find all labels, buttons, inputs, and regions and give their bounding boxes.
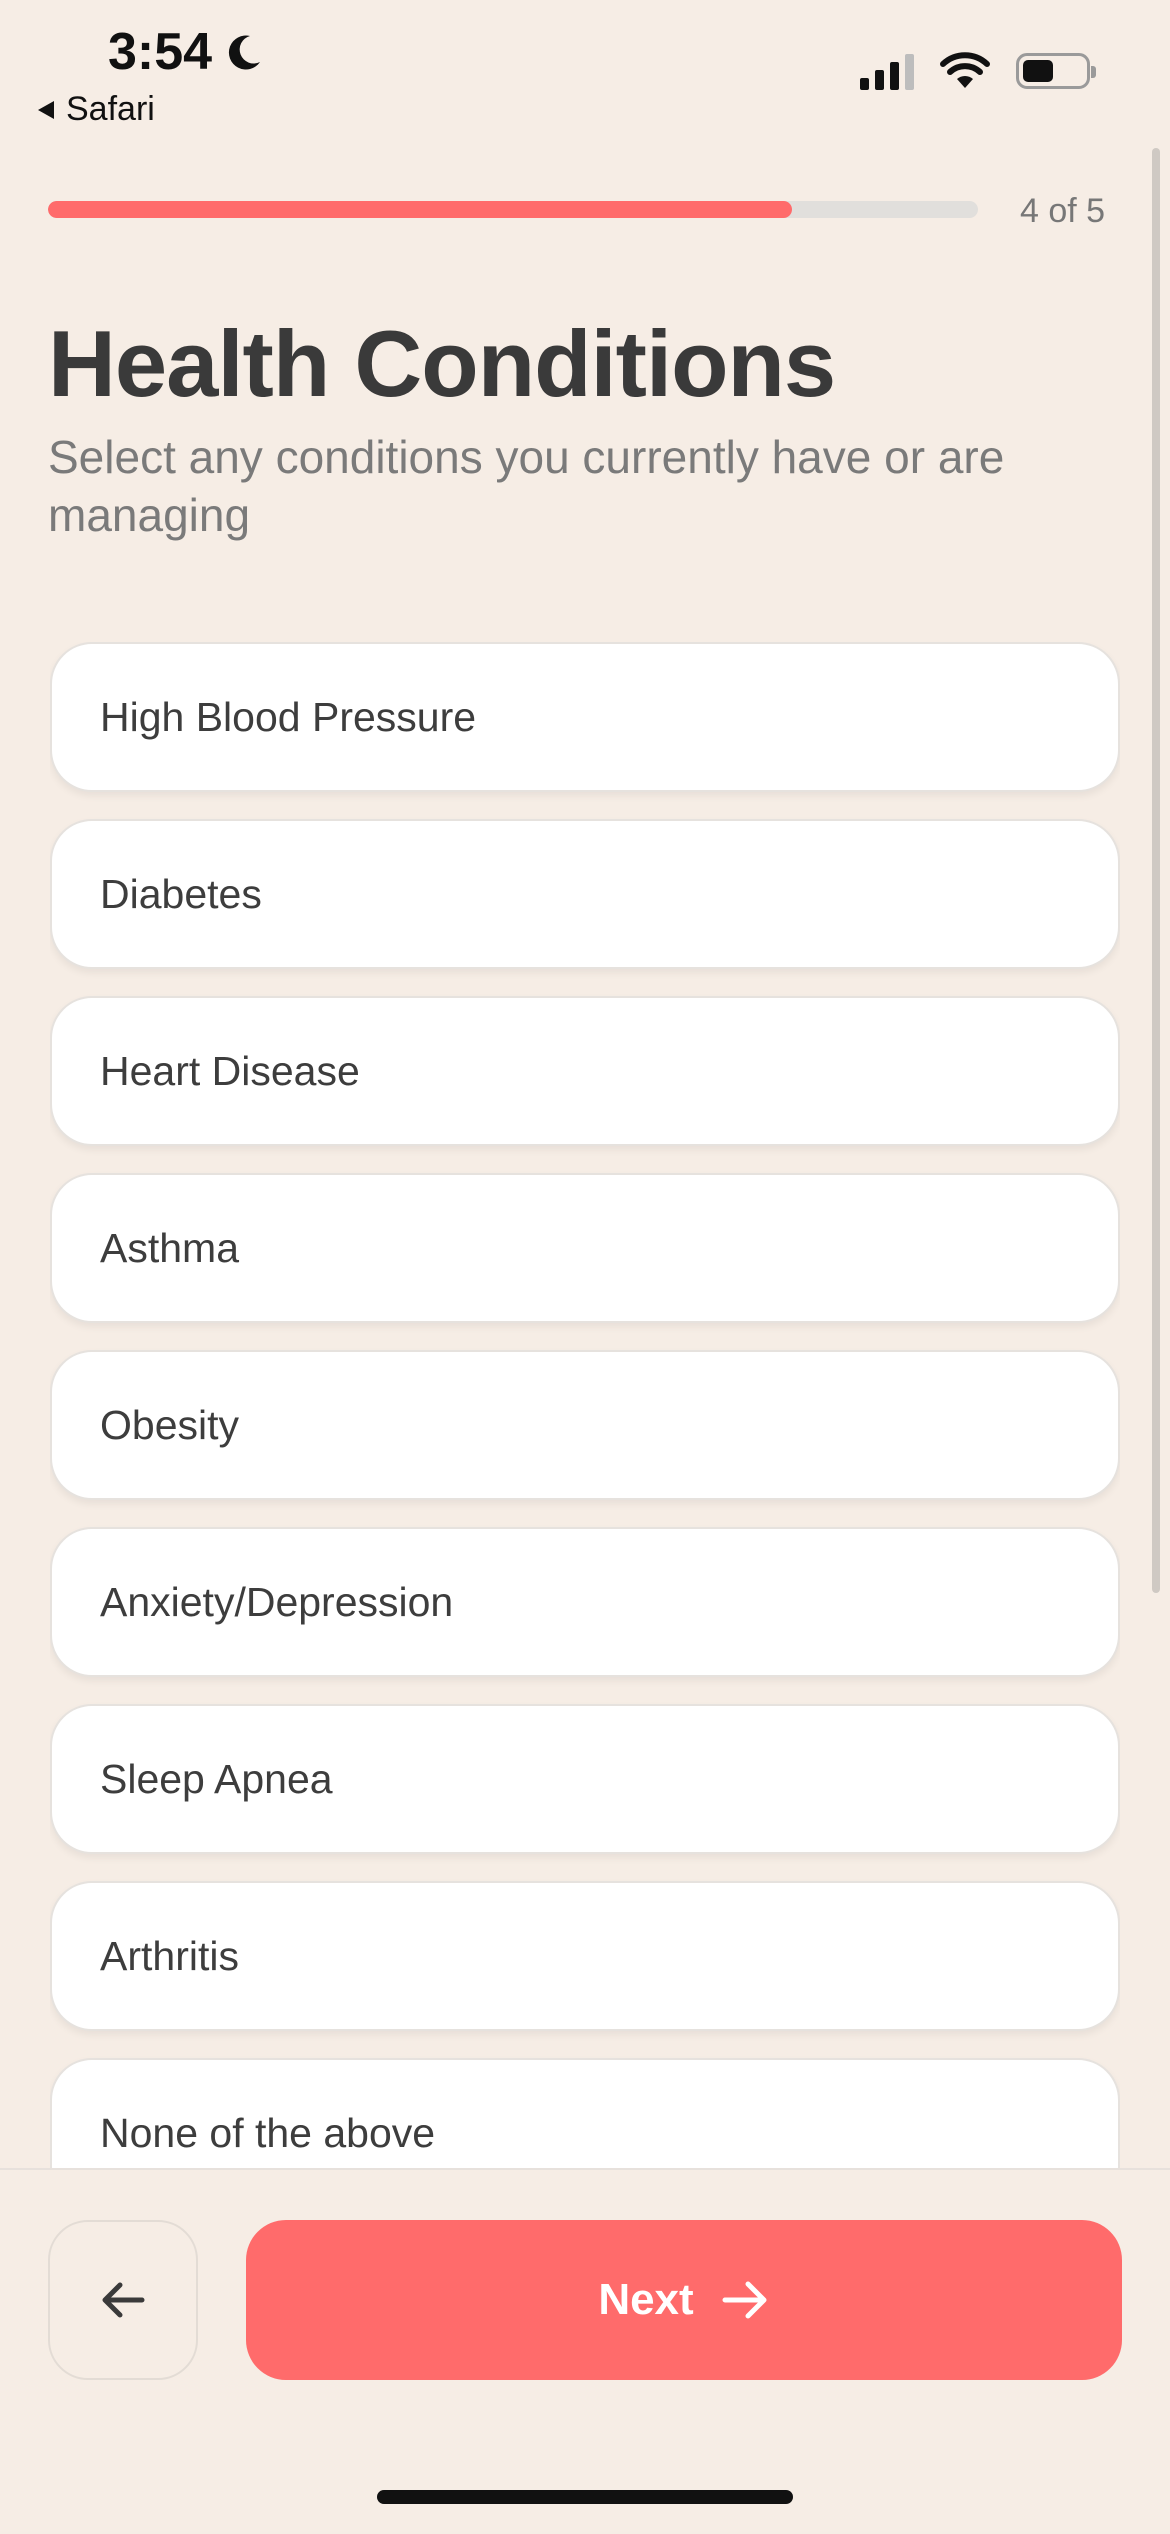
wifi-icon: [940, 52, 990, 88]
option-heart-disease[interactable]: Heart Disease: [50, 996, 1120, 1146]
time-text: 3:54: [108, 23, 213, 81]
arrow-left-icon: [102, 2282, 145, 2318]
option-label: High Blood Pressure: [100, 693, 477, 740]
back-triangle-icon: [38, 100, 54, 119]
cellular-signal-icon: [860, 52, 914, 90]
option-label: Anxiety/Depression: [100, 1578, 454, 1625]
option-anxiety-depression[interactable]: Anxiety/Depression: [50, 1527, 1120, 1677]
option-high-blood-pressure[interactable]: High Blood Pressure: [50, 642, 1120, 792]
option-obesity[interactable]: Obesity: [50, 1350, 1120, 1500]
home-indicator[interactable]: [377, 2490, 793, 2504]
page-title: Health Conditions: [48, 311, 836, 416]
moon-icon: [228, 35, 261, 70]
option-label: Obesity: [100, 1401, 239, 1448]
status-time: 3:54: [108, 22, 264, 82]
option-diabetes[interactable]: Diabetes: [50, 819, 1120, 969]
step-counter: 4 of 5: [1020, 192, 1106, 230]
back-to-safari-link[interactable]: Safari: [36, 90, 155, 129]
option-label: Arthritis: [100, 1932, 239, 1979]
status-indicators: [860, 52, 1096, 90]
option-asthma[interactable]: Asthma: [50, 1173, 1120, 1323]
battery-icon: [1016, 53, 1096, 89]
progress-fill: [48, 201, 792, 218]
option-none-of-the-above[interactable]: None of the above: [50, 2058, 1120, 2170]
option-sleep-apnea[interactable]: Sleep Apnea: [50, 1704, 1120, 1854]
option-label: Asthma: [100, 1224, 239, 1271]
back-button[interactable]: [48, 2220, 198, 2380]
page-subtitle: Select any conditions you currently have…: [48, 431, 1005, 541]
battery-level: [1023, 60, 1053, 82]
progress-bar: [48, 201, 978, 218]
option-arthritis[interactable]: Arthritis: [50, 1881, 1120, 2031]
option-label: Diabetes: [100, 870, 262, 917]
scrollbar[interactable]: [1152, 148, 1160, 1593]
next-label: Next: [598, 2275, 694, 2324]
option-label: None of the above: [100, 2109, 436, 2156]
arrow-right-icon: [722, 2281, 767, 2319]
next-button[interactable]: Next: [246, 2220, 1122, 2380]
condition-options-list: High Blood Pressure Diabetes Heart Disea…: [50, 642, 1120, 2170]
back-app-label: Safari: [66, 90, 155, 128]
option-label: Sleep Apnea: [100, 1755, 333, 1802]
option-label: Heart Disease: [100, 1047, 360, 1094]
